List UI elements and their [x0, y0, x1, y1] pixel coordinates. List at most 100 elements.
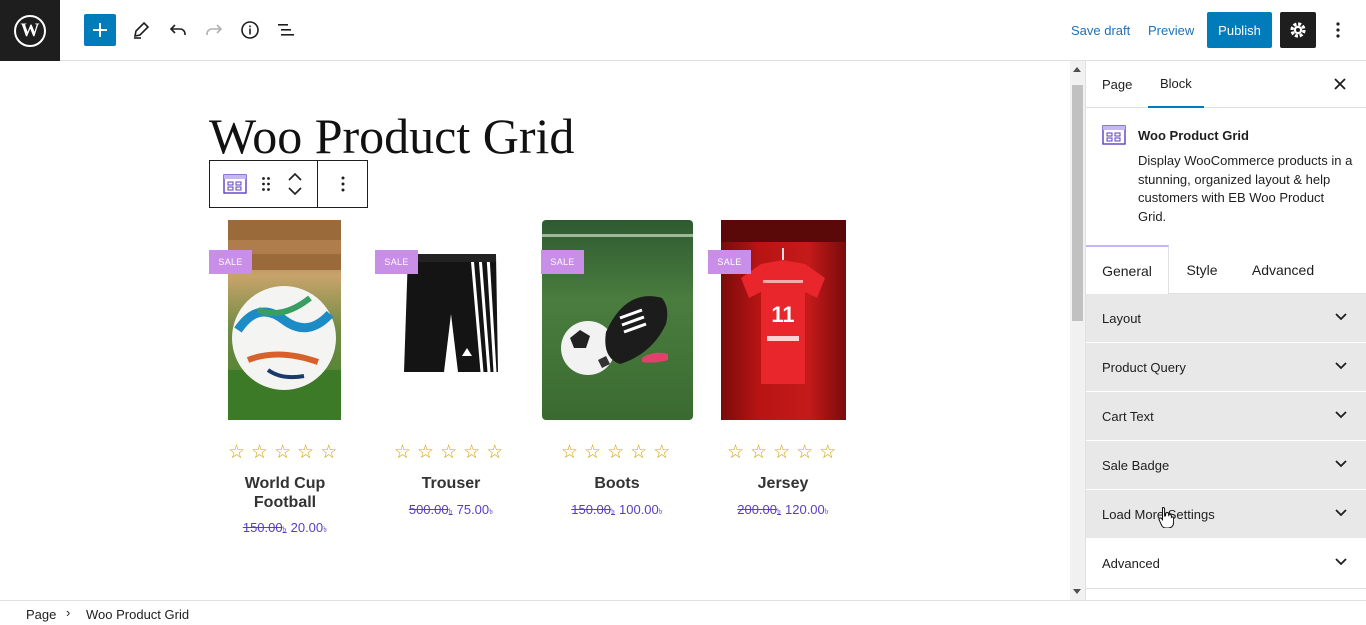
scroll-up-arrow-icon[interactable] — [1073, 67, 1081, 72]
tab-page[interactable]: Page — [1102, 61, 1132, 108]
drag-handle[interactable] — [255, 164, 277, 204]
block-toolbar — [209, 160, 368, 208]
star-outline-icon: ☆ — [251, 442, 269, 463]
regular-price: 500.00৳ — [409, 502, 453, 517]
star-outline-icon: ☆ — [796, 442, 814, 463]
pencil-icon — [133, 21, 150, 39]
undo-icon — [169, 24, 186, 35]
panel-title: Advanced — [1102, 556, 1160, 571]
star-outline-icon: ☆ — [297, 442, 315, 463]
chevron-down-icon — [1335, 460, 1347, 468]
product-grid-icon — [1102, 125, 1126, 150]
regular-price-value: 150.00 — [571, 502, 611, 517]
panel-load-more-settings[interactable]: Load More Settings — [1086, 490, 1366, 539]
move-block-buttons[interactable] — [281, 164, 309, 204]
add-block-button[interactable] — [84, 14, 116, 46]
chevron-right-icon: › — [66, 605, 71, 620]
plus-icon — [93, 23, 107, 37]
sale-badge: SALE — [708, 250, 751, 274]
chevron-down-icon — [1335, 362, 1347, 370]
page-title[interactable]: Woo Product Grid — [209, 107, 574, 165]
product-name-line: Jersey — [757, 475, 809, 492]
tools-button[interactable] — [125, 14, 157, 46]
save-draft-button[interactable]: Save draft — [1071, 23, 1130, 38]
preview-button[interactable]: Preview — [1148, 23, 1194, 38]
canvas-scrollbar[interactable] — [1070, 61, 1085, 600]
panel-layout[interactable]: Layout — [1086, 294, 1366, 343]
settings-button[interactable] — [1280, 12, 1316, 48]
star-outline-icon: ☆ — [394, 442, 412, 463]
sale-badge: SALE — [375, 250, 418, 274]
editor-canvas[interactable]: Woo Product Grid SALE ☆ ☆ ☆ ☆ ☆ World Cu… — [0, 61, 1070, 600]
product-name[interactable]: Trouser — [381, 474, 521, 493]
star-outline-icon: ☆ — [486, 442, 504, 463]
sale-price: 100.00৳ — [619, 502, 663, 517]
rating-stars: ☆ ☆ ☆ ☆ ☆ — [228, 443, 337, 463]
block-options-button[interactable] — [318, 161, 367, 207]
hand-pointer-icon — [1158, 506, 1175, 533]
close-sidebar-button[interactable] — [1329, 73, 1351, 95]
panel-title: Cart Text — [1102, 408, 1154, 424]
currency-symbol: ৳ — [489, 507, 494, 516]
product-grid-icon — [222, 174, 247, 194]
product-name[interactable]: Boots — [547, 474, 687, 493]
panel-sale-badge[interactable]: Sale Badge — [1086, 441, 1366, 490]
undo-button[interactable] — [162, 14, 194, 46]
product-price: 150.00৳ 20.00৳ — [215, 520, 355, 537]
star-outline-icon: ☆ — [440, 442, 458, 463]
sale-badge: SALE — [541, 250, 584, 274]
chevron-up-icon[interactable] — [287, 173, 302, 181]
list-view-button[interactable] — [270, 14, 302, 46]
chevron-down-icon[interactable] — [287, 187, 302, 195]
panel-advanced[interactable]: Advanced — [1086, 539, 1366, 589]
product-name-line: World Cup — [244, 475, 326, 492]
tab-block[interactable]: Block — [1148, 61, 1204, 108]
star-outline-icon: ☆ — [653, 442, 671, 463]
panel-cart-text[interactable]: Cart Text — [1086, 392, 1366, 441]
panel-product-query[interactable]: Product Query — [1086, 343, 1366, 392]
regular-price: 150.00৳ — [571, 502, 615, 517]
product-name[interactable]: World Cup Football — [215, 474, 355, 512]
drag-handle-icon — [261, 177, 270, 191]
breadcrumb-item-block[interactable]: Woo Product Grid — [86, 607, 189, 622]
tab-general[interactable]: General — [1086, 245, 1169, 294]
wordpress-logo-button[interactable]: W — [0, 0, 60, 61]
sale-price: 120.00৳ — [785, 502, 829, 517]
tab-advanced[interactable]: Advanced — [1235, 245, 1331, 294]
block-type-button[interactable] — [219, 164, 251, 204]
more-vertical-icon — [341, 176, 344, 192]
star-outline-icon: ☆ — [607, 442, 625, 463]
editor-top-bar: W Save draft Preview Publish — [0, 0, 1366, 61]
publish-button[interactable]: Publish — [1207, 12, 1272, 48]
sale-price: 20.00৳ — [291, 520, 328, 535]
tab-style[interactable]: Style — [1169, 245, 1235, 294]
currency-symbol: ৳ — [323, 525, 328, 534]
options-menu-button[interactable] — [1326, 14, 1350, 46]
scrollbar-thumb[interactable] — [1072, 85, 1083, 321]
rating-stars: ☆ ☆ ☆ ☆ ☆ — [394, 443, 503, 463]
regular-price-value: 150.00 — [242, 520, 283, 535]
scroll-down-arrow-icon[interactable] — [1073, 589, 1081, 594]
regular-price: 200.00৳ — [737, 502, 781, 517]
product-price: 500.00৳ 75.00৳ — [381, 502, 521, 519]
details-button[interactable] — [234, 14, 266, 46]
svg-text:11: 11 — [771, 302, 794, 327]
more-vertical-icon — [1336, 22, 1340, 38]
sale-price-value: 75.00 — [456, 502, 490, 517]
product-price: 150.00৳ 100.00৳ — [547, 502, 687, 519]
product-name[interactable]: Jersey — [713, 474, 853, 493]
sale-price-value: 120.00 — [785, 502, 825, 517]
block-card-title: Woo Product Grid — [1138, 128, 1249, 143]
panel-title: Sale Badge — [1102, 457, 1170, 473]
currency-symbol: ৳ — [282, 525, 287, 534]
sale-badge: SALE — [209, 250, 252, 274]
star-outline-icon: ☆ — [320, 442, 338, 463]
redo-button[interactable] — [198, 14, 230, 46]
star-outline-icon: ☆ — [750, 442, 768, 463]
sale-price: 75.00৳ — [457, 502, 494, 517]
currency-symbol: ৳ — [777, 507, 781, 516]
chevron-down-icon — [1335, 558, 1347, 566]
star-outline-icon: ☆ — [773, 442, 791, 463]
breadcrumb-item-page[interactable]: Page — [26, 607, 56, 622]
settings-sidebar: Page Block Woo Product Grid Display WooC… — [1085, 61, 1366, 600]
